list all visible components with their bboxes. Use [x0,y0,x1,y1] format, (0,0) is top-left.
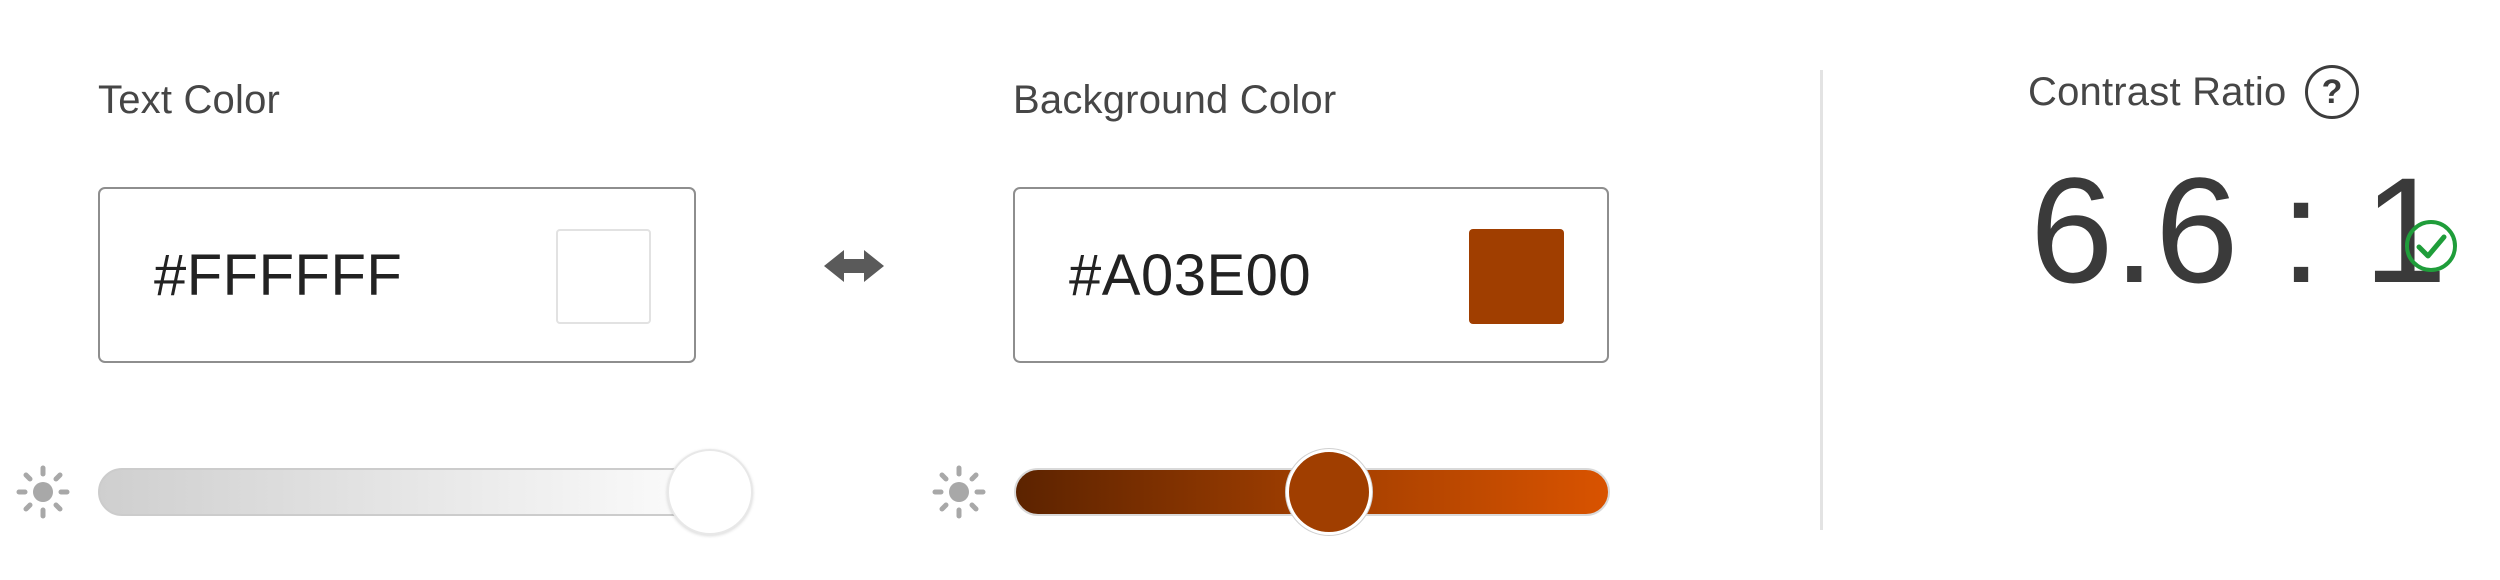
help-icon[interactable]: ? [2305,65,2359,119]
text-color-field[interactable]: #FFFFFF [98,187,696,363]
brightness-icon [16,465,70,519]
text-color-slider-thumb[interactable] [667,449,753,535]
swap-arrows-icon [824,250,884,282]
text-color-swatch[interactable] [556,229,651,324]
background-color-slider-thumb[interactable] [1286,449,1372,535]
contrast-ratio-label: Contrast Ratio [2028,70,2287,114]
swap-colors-button[interactable] [820,234,888,298]
text-color-input[interactable]: #FFFFFF [154,189,402,361]
background-color-label: Background Color [1013,78,1337,122]
help-symbol: ? [2321,72,2343,111]
contrast-ratio-value: 6.6 : 1 [2030,146,2447,314]
text-color-brightness-slider[interactable] [98,468,748,516]
column-divider [1820,70,1823,530]
check-circle-icon [2405,220,2457,272]
brightness-icon [932,465,986,519]
background-color-field[interactable]: #A03E00 [1013,187,1609,363]
background-color-input[interactable]: #A03E00 [1069,189,1311,361]
background-color-swatch[interactable] [1469,229,1564,324]
text-color-label: Text Color [98,78,281,122]
